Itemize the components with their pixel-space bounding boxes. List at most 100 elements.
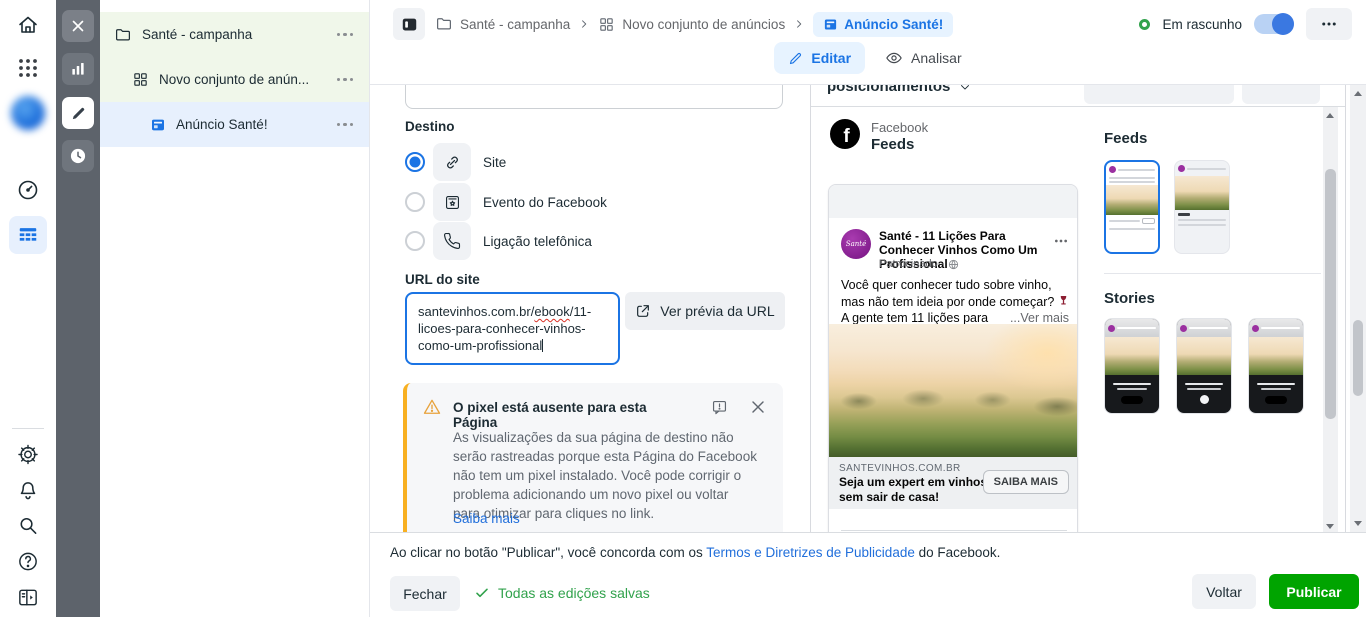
notifications-bell-icon[interactable] — [17, 479, 40, 502]
story-thumbnail[interactable] — [1176, 318, 1232, 414]
business-avatar[interactable] — [11, 96, 45, 130]
more-dots-icon[interactable] — [336, 77, 353, 82]
sidebar-divider — [12, 428, 44, 429]
post-top-band — [829, 185, 1077, 218]
destination-option-event[interactable]: Evento do Facebook — [405, 183, 607, 221]
destination-option-call[interactable]: Ligação telefônica — [405, 222, 592, 260]
home-icon[interactable] — [16, 13, 40, 37]
draft-toggle[interactable] — [1254, 13, 1294, 35]
terms-link[interactable]: Termos e Diretrizes de Publicidade — [706, 545, 915, 560]
back-button[interactable]: Voltar — [1192, 574, 1256, 609]
breadcrumb-ad-chip[interactable]: Anúncio Santé! — [813, 11, 954, 37]
scroll-down-icon[interactable] — [1326, 524, 1334, 529]
placements-header[interactable]: posicionamentos — [827, 85, 972, 95]
destination-option-site[interactable]: Site — [405, 143, 506, 181]
clipped-field-box[interactable] — [405, 85, 783, 109]
chevron-right-icon — [792, 17, 806, 31]
search-icon[interactable] — [17, 514, 40, 537]
more-options-button[interactable] — [1306, 8, 1352, 40]
main-header: Santé - campanha Novo conjunto de anúnci… — [370, 0, 1366, 85]
campaign-tree-panel: Santé - campanha Novo conjunto de anún..… — [100, 0, 370, 617]
history-clock-icon[interactable] — [62, 140, 94, 172]
url-preview-label: Ver prévia da URL — [660, 303, 775, 319]
help-icon[interactable] — [17, 550, 40, 573]
url-text: /11- — [569, 304, 592, 319]
scrollbar-thumb[interactable] — [1325, 169, 1336, 419]
cta-button[interactable]: SAIBA MAIS — [982, 470, 1069, 494]
close-icon[interactable] — [62, 10, 94, 42]
feed-thumbnail[interactable] — [1174, 160, 1230, 254]
scroll-up-icon[interactable] — [1354, 91, 1362, 96]
feed-thumbnail-selected[interactable] — [1104, 160, 1160, 254]
preview-scrollbar[interactable] — [1323, 107, 1338, 532]
radio-icon[interactable] — [405, 231, 425, 251]
post-body: Você quer conhecer tudo sobre vinho, mas… — [841, 277, 1069, 310]
scroll-up-icon[interactable] — [1326, 113, 1334, 118]
radio-selected-icon[interactable] — [405, 152, 425, 172]
warning-body: As visualizações da sua página de destin… — [453, 430, 757, 521]
collapse-panel-icon[interactable] — [17, 586, 40, 609]
edit-content: Destino Site Evento do Facebook Ligação … — [370, 85, 1366, 532]
report-icon[interactable] — [710, 398, 729, 417]
page-scrollbar[interactable] — [1350, 85, 1366, 532]
post-actions-divider — [841, 530, 1067, 531]
see-more-link[interactable]: ...Ver mais — [1010, 311, 1069, 325]
tab-edit-label: Editar — [811, 50, 852, 66]
feeds-heading: Feeds — [1104, 130, 1148, 147]
apps-grid-icon[interactable] — [16, 56, 40, 80]
svg-text:f: f — [843, 126, 850, 147]
gauge-icon[interactable] — [16, 178, 40, 202]
url-text: como-um-profissional — [418, 338, 543, 353]
breadcrumb-ad: Anúncio Santé! — [844, 16, 944, 32]
pencil-icon[interactable] — [62, 97, 94, 129]
phone-icon — [433, 222, 471, 260]
destination-label: Destino — [405, 119, 455, 134]
tab-edit[interactable]: Editar — [774, 42, 866, 74]
link-bar[interactable]: SANTEVINHOS.COM.BR Seja um expert em vin… — [829, 457, 1077, 509]
stories-heading: Stories — [1104, 290, 1155, 307]
preview-placement-label: Feeds — [871, 136, 915, 153]
breadcrumb-campaign[interactable]: Santé - campanha — [460, 17, 570, 32]
site-url-input[interactable]: santevinhos.com.br/ebook/11- licoes-para… — [405, 292, 620, 365]
ads-table-icon[interactable] — [9, 216, 47, 254]
settings-gear-icon[interactable] — [17, 443, 40, 466]
warning-learn-more-link[interactable]: Saiba mais — [453, 511, 520, 526]
story-thumbnail[interactable] — [1104, 318, 1160, 414]
preview-share-button[interactable] — [1242, 85, 1320, 104]
thumbs-divider — [1104, 273, 1321, 274]
option-label: Ligação telefônica — [483, 233, 592, 249]
chart-icon[interactable] — [62, 53, 94, 85]
tree-row-campaign[interactable]: Santé - campanha — [100, 12, 369, 57]
publish-button[interactable]: Publicar — [1269, 574, 1359, 609]
url-preview-button[interactable]: Ver prévia da URL — [625, 292, 785, 330]
breadcrumb-adset[interactable]: Novo conjunto de anúncios — [622, 17, 785, 32]
close-icon[interactable] — [748, 397, 768, 417]
folder-icon — [435, 15, 453, 33]
tree-row-adset[interactable]: Novo conjunto de anún... — [100, 57, 369, 102]
tree-row-ad[interactable]: Anúncio Santé! — [100, 102, 369, 147]
pencil-icon — [788, 51, 803, 66]
text-caret — [542, 339, 544, 352]
adset-grid-icon — [598, 16, 615, 33]
post-body-line2-text: A gente tem 11 lições para — [841, 311, 989, 325]
post-body-text: Você quer conhecer tudo sobre vinho, mas… — [841, 278, 1055, 309]
close-button[interactable]: Fechar — [390, 576, 460, 611]
placements-label: posicionamentos — [827, 85, 951, 95]
pixel-warning-card: O pixel está ausente para esta Página As… — [403, 383, 783, 532]
page-avatar[interactable]: Santé — [841, 229, 871, 259]
scroll-down-icon[interactable] — [1354, 521, 1362, 526]
sponsored-row: Patrocinado · — [879, 258, 959, 270]
preview-header-button[interactable] — [1084, 85, 1234, 104]
more-dots-icon[interactable] — [336, 122, 353, 127]
radio-icon[interactable] — [405, 192, 425, 212]
panel-toggle-icon[interactable] — [393, 8, 425, 40]
post-more-dots-icon[interactable] — [1053, 233, 1069, 249]
facebook-post-preview: Santé Santé - 11 Lições Para Conhecer Vi… — [828, 184, 1078, 532]
story-thumbnail[interactable] — [1248, 318, 1304, 414]
wine-glass-icon — [1058, 295, 1069, 308]
scrollbar-thumb[interactable] — [1353, 320, 1363, 396]
more-dots-icon[interactable] — [336, 32, 353, 37]
main-area: Santé - campanha Novo conjunto de anúnci… — [370, 0, 1366, 617]
tab-review[interactable]: Analisar — [885, 49, 962, 67]
tool-rail — [56, 0, 100, 617]
